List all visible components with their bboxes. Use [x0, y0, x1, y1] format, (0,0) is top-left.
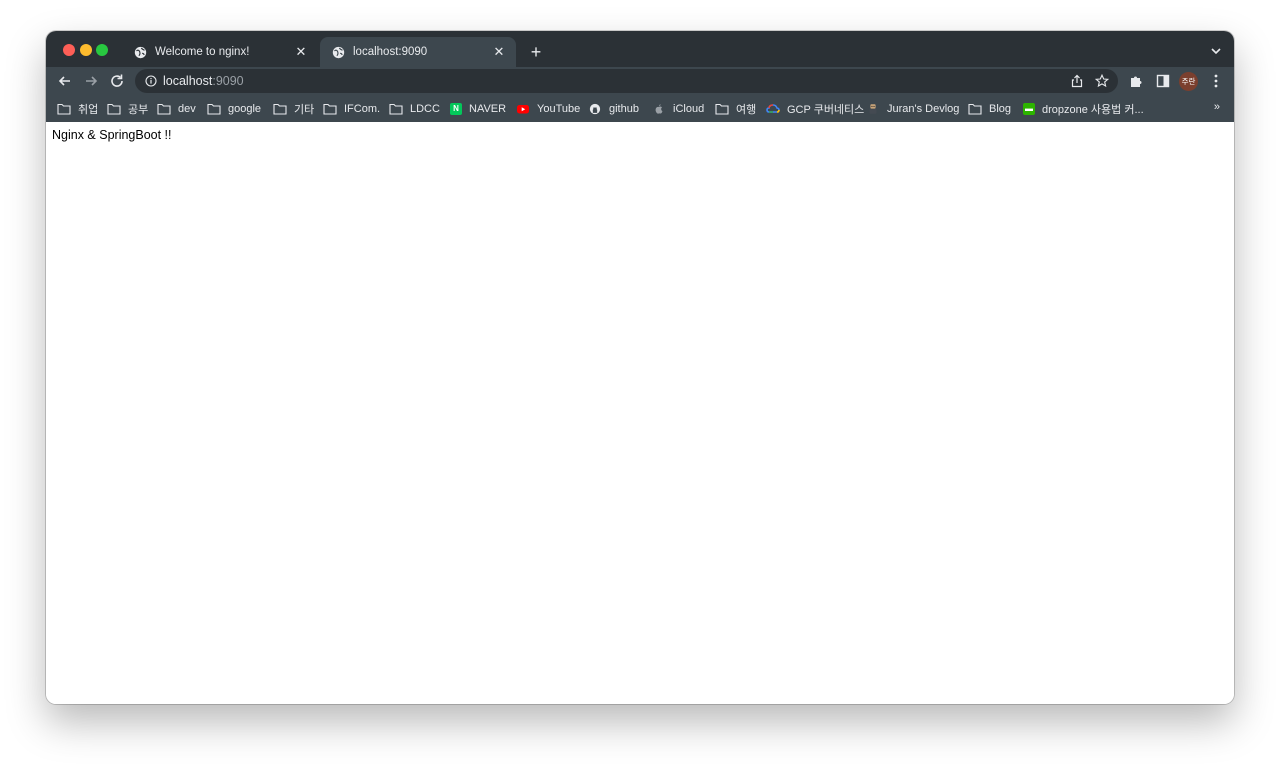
- bookmark-label: dev: [178, 102, 196, 115]
- close-tab-icon[interactable]: ✕: [294, 44, 308, 59]
- globe-icon: [332, 46, 345, 58]
- folder-icon: [389, 103, 403, 115]
- tab-title: Welcome to nginx!: [155, 46, 250, 58]
- bookmark-icloud[interactable]: iCloud: [652, 100, 704, 117]
- reload-icon[interactable]: [109, 73, 125, 89]
- bookmark-label: 기타: [294, 103, 315, 116]
- close-window-button[interactable]: [63, 44, 75, 56]
- new-tab-button[interactable]: +: [526, 42, 546, 62]
- bookmark-gcp[interactable]: GCP 쿠버네티스: [766, 100, 864, 117]
- url-port: :9090: [212, 74, 244, 88]
- tab-strip: Welcome to nginx! ✕ localhost:9090 ✕ +: [46, 31, 1234, 67]
- more-vertical-icon[interactable]: [1209, 73, 1223, 89]
- bookmark-youtube[interactable]: YouTube: [516, 100, 580, 117]
- chat-icon: ▬: [1023, 102, 1035, 115]
- tab-localhost-9090[interactable]: localhost:9090 ✕: [320, 37, 516, 67]
- maximize-window-button[interactable]: [96, 44, 108, 56]
- folder-icon: [968, 103, 982, 115]
- folder-icon: [57, 103, 71, 115]
- folder-icon: [273, 103, 287, 115]
- bookmarks-bar: 취업 공부 dev google 기타 IFCom. LDCC N NAVER: [46, 95, 1234, 122]
- bookmark-folder[interactable]: 기타: [273, 100, 314, 117]
- bookmark-folder[interactable]: LDCC: [389, 100, 440, 117]
- profile-avatar[interactable]: 주란: [1179, 72, 1198, 91]
- folder-icon: [715, 103, 729, 115]
- page-content: Nginx & SpringBoot !!: [46, 122, 1234, 704]
- folder-icon: [157, 103, 171, 115]
- bookmark-folder[interactable]: Blog: [968, 100, 1011, 117]
- bookmark-label: LDCC: [410, 102, 440, 115]
- bookmark-label: Juran's Devlog: [887, 102, 960, 115]
- gcp-icon: [766, 103, 780, 113]
- minimize-window-button[interactable]: [80, 44, 92, 56]
- bookmark-label: 여행: [736, 103, 757, 116]
- bookmark-label: iCloud: [673, 102, 705, 115]
- close-tab-icon[interactable]: ✕: [492, 44, 506, 59]
- info-icon[interactable]: [145, 75, 157, 87]
- bookmark-folder[interactable]: 여행: [715, 100, 756, 117]
- forward-arrow-icon[interactable]: [83, 73, 99, 89]
- bookmark-folder[interactable]: dev: [157, 100, 196, 117]
- bookmark-folder[interactable]: google: [207, 100, 261, 117]
- folder-icon: [323, 103, 337, 115]
- bookmark-label: Blog: [989, 102, 1012, 115]
- browser-window: Welcome to nginx! ✕ localhost:9090 ✕ + l…: [46, 31, 1234, 704]
- bookmark-label: NAVER: [469, 102, 507, 115]
- youtube-icon: [517, 104, 529, 113]
- chevron-down-icon[interactable]: [1208, 43, 1224, 59]
- bookmark-folder[interactable]: IFCom.: [323, 100, 380, 117]
- toolbar: localhost:9090 주란: [46, 67, 1234, 95]
- bookmark-label: IFCom.: [344, 102, 381, 115]
- address-bar[interactable]: localhost:9090: [135, 69, 1118, 93]
- bookmark-label: 공부: [128, 103, 149, 116]
- devlog-icon: [869, 103, 877, 114]
- bookmark-label: YouTube: [537, 102, 581, 115]
- url-host: localhost: [163, 74, 213, 88]
- back-arrow-icon[interactable]: [57, 73, 73, 89]
- bookmark-label: 취업: [78, 103, 99, 116]
- apple-icon: [655, 103, 663, 114]
- tab-title: localhost:9090: [353, 46, 428, 58]
- globe-icon: [134, 46, 147, 58]
- side-panel-icon[interactable]: [1156, 74, 1170, 88]
- page-body-text: Nginx & SpringBoot !!: [52, 128, 172, 142]
- star-icon[interactable]: [1095, 74, 1109, 88]
- bookmark-github[interactable]: github: [588, 100, 639, 117]
- folder-icon: [207, 103, 221, 115]
- bookmark-label: dropzone 사용법 커...: [1042, 103, 1144, 116]
- bookmark-folder[interactable]: 취업: [57, 100, 98, 117]
- extensions-puzzle-icon[interactable]: [1129, 74, 1143, 88]
- bookmark-label: google: [228, 102, 262, 115]
- github-icon: [589, 103, 601, 114]
- bookmark-label: GCP 쿠버네티스: [787, 103, 865, 116]
- bookmark-naver[interactable]: N NAVER: [450, 100, 506, 117]
- naver-icon: N: [450, 102, 462, 115]
- bookmark-label: github: [609, 102, 639, 115]
- bookmark-devlog[interactable]: Juran's Devlog: [866, 100, 959, 117]
- url-text: localhost:9090: [163, 74, 244, 88]
- bookmark-dropzone[interactable]: ▬ dropzone 사용법 커...: [1023, 100, 1144, 117]
- share-icon[interactable]: [1070, 74, 1084, 88]
- folder-icon: [107, 103, 121, 115]
- tab-welcome-to-nginx[interactable]: Welcome to nginx! ✕: [122, 37, 318, 67]
- bookmark-folder[interactable]: 공부: [107, 100, 148, 117]
- bookmarks-overflow-button[interactable]: »: [1214, 101, 1220, 113]
